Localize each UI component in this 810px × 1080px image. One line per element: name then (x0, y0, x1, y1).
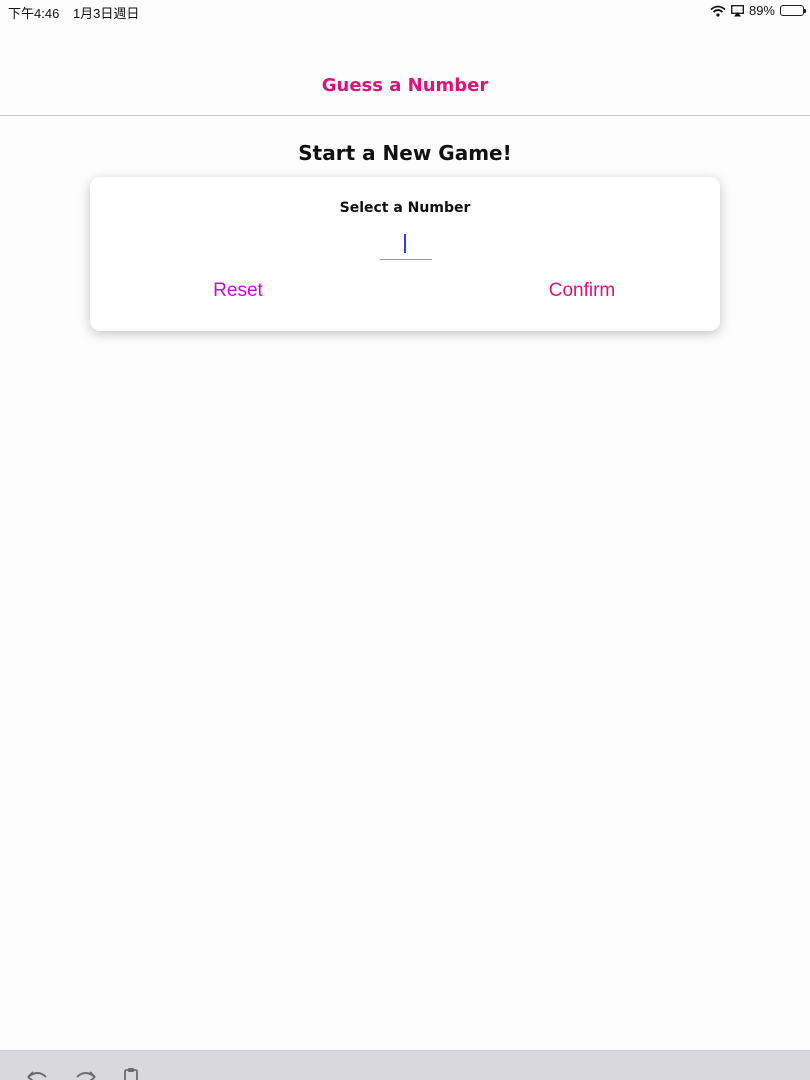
app-screen: 下午4:46 1月3日週日 89% Guess a Number Start a… (0, 0, 810, 1080)
header: Guess a Number (0, 22, 810, 116)
header-title: Guess a Number (321, 75, 489, 96)
clipboard-icon[interactable] (120, 1067, 142, 1080)
status-right: 89% (710, 3, 806, 18)
airplay-icon (731, 4, 744, 17)
confirm-button[interactable]: Confirm (540, 280, 624, 302)
status-left: 下午4:46 1月3日週日 (8, 3, 149, 22)
wifi-icon (710, 5, 726, 17)
page-title: Start a New Game! (298, 141, 512, 165)
battery-percent: 89% (748, 3, 775, 18)
reset-button[interactable]: Reset (200, 280, 276, 302)
redo-icon[interactable] (75, 1067, 97, 1080)
status-bar: 下午4:46 1月3日週日 89% (0, 0, 810, 22)
text-cursor (404, 234, 406, 253)
bottom-toolbar (0, 1050, 810, 1080)
battery-icon (780, 5, 806, 16)
status-time: 下午4:46 (8, 6, 60, 21)
status-date: 1月3日週日 (72, 6, 140, 21)
undo-icon[interactable] (26, 1067, 48, 1080)
select-number-label: Select a Number (339, 200, 471, 216)
number-card: Select a Number Reset Confirm (90, 177, 720, 331)
number-input[interactable] (380, 230, 432, 260)
